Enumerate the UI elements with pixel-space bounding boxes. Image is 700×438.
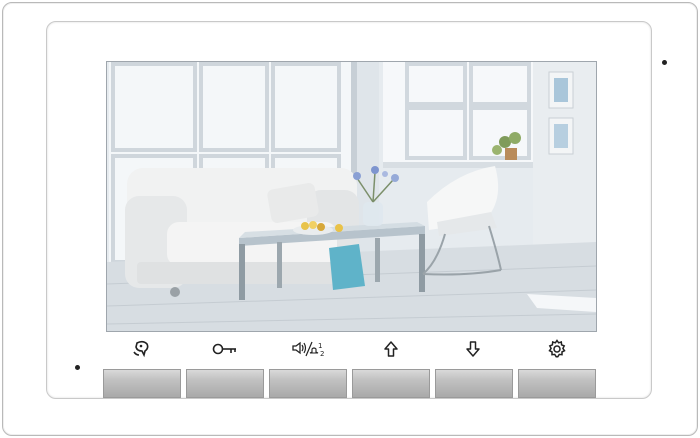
up-button[interactable] <box>352 369 430 398</box>
key-icon <box>210 337 240 361</box>
svg-text:1: 1 <box>318 342 322 350</box>
unlock-button[interactable] <box>186 369 264 398</box>
arrow-down-icon <box>458 337 488 361</box>
camera-view <box>107 62 596 331</box>
gear-icon <box>542 337 572 361</box>
arrow-up-icon <box>376 337 406 361</box>
settings-button[interactable] <box>518 369 596 398</box>
down-button[interactable] <box>435 369 513 398</box>
talk-icon <box>126 337 156 361</box>
status-led <box>662 60 667 65</box>
video-screen[interactable] <box>106 61 597 332</box>
volume-ring-button[interactable] <box>269 369 347 398</box>
control-icons: 1 2 <box>100 337 600 361</box>
talk-button[interactable] <box>103 369 181 398</box>
volume-ring-icon: 1 2 <box>290 337 326 361</box>
microphone-hole <box>75 365 80 370</box>
svg-text:2: 2 <box>320 350 324 358</box>
